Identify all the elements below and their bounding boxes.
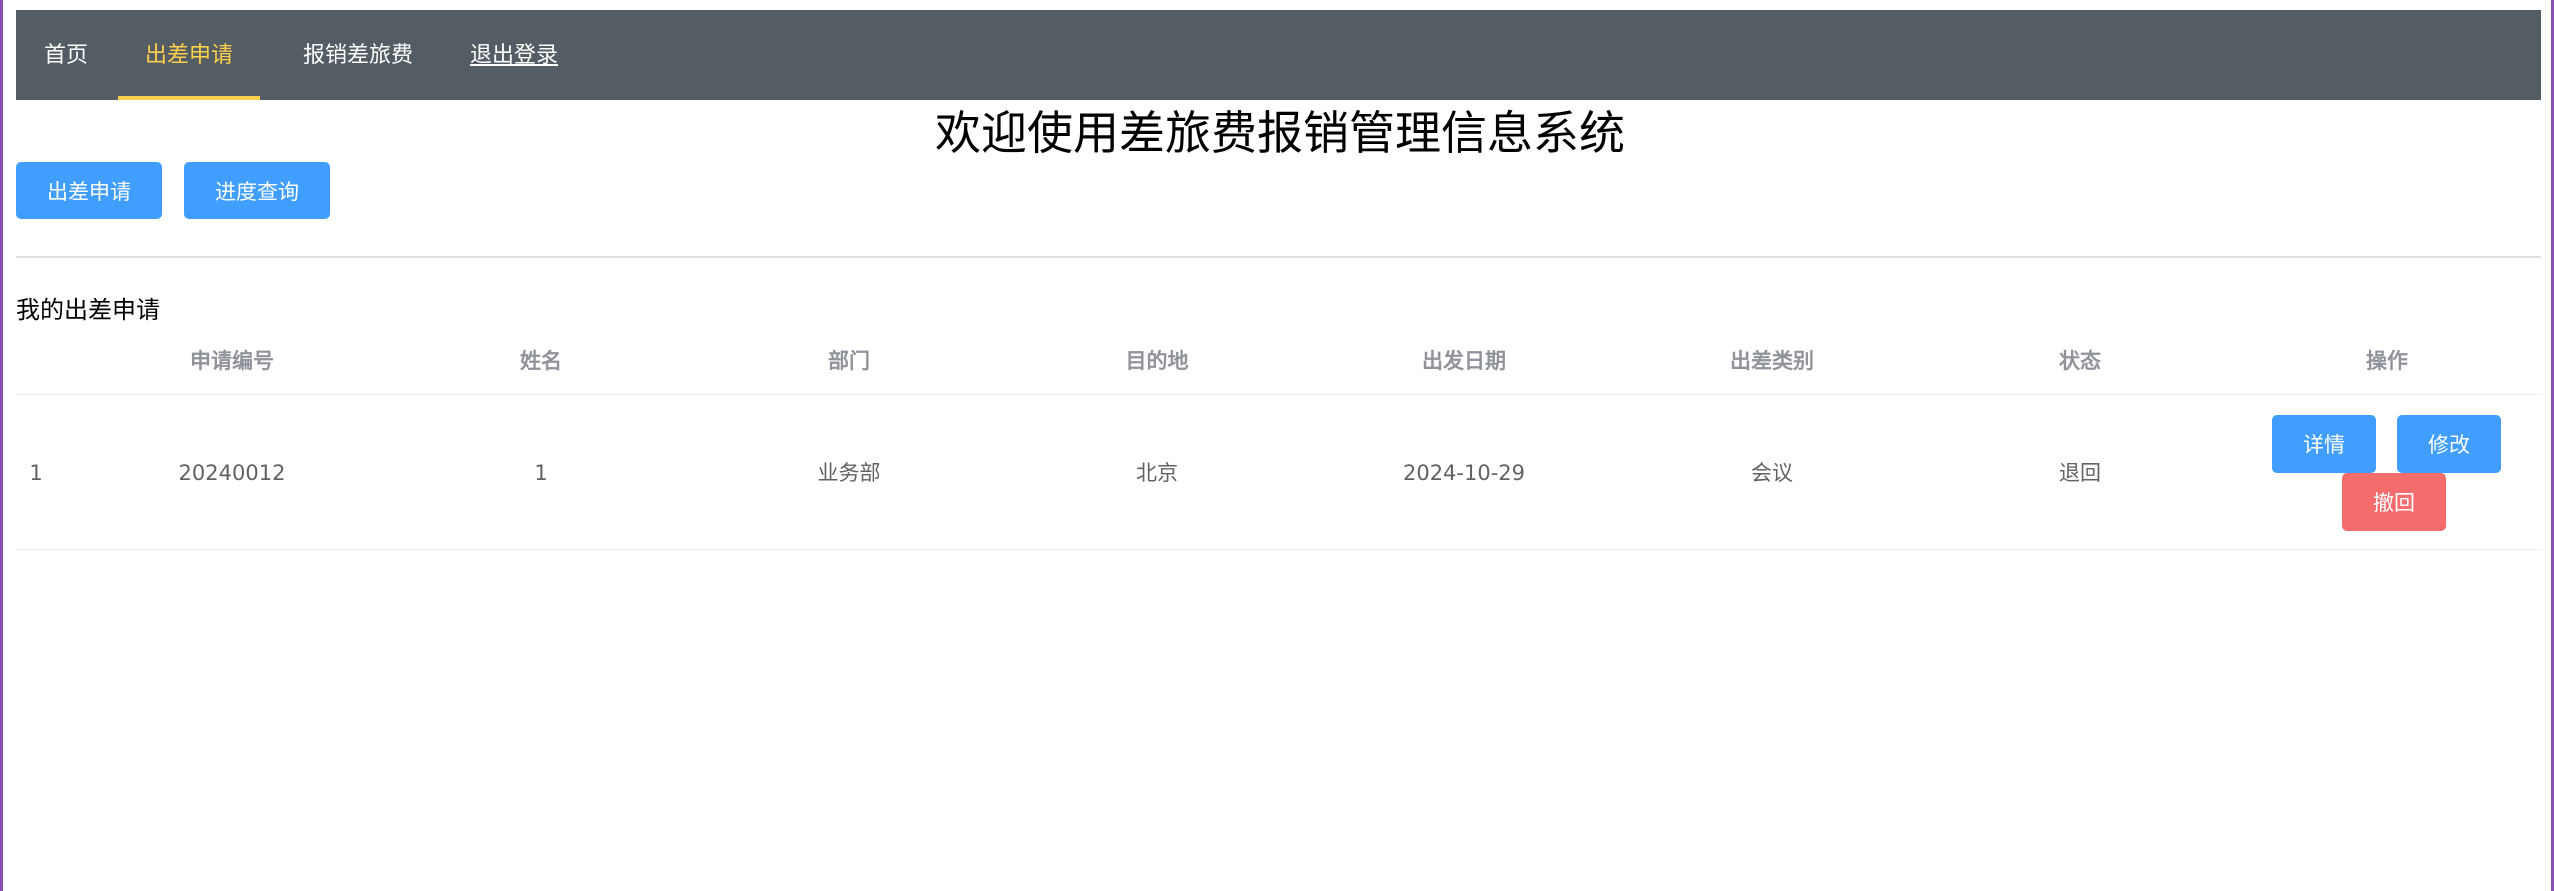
cell-name: 1 (534, 461, 548, 485)
nav-item-home[interactable]: 首页 (16, 10, 116, 100)
cell-destination: 北京 (1136, 461, 1178, 485)
divider (16, 256, 2541, 258)
column-header-actions: 操作 (2366, 349, 2408, 373)
cell-application-no: 20240012 (178, 461, 286, 485)
column-header-name: 姓名 (520, 349, 562, 373)
column-header-status: 状态 (2059, 349, 2101, 373)
column-header-department: 部门 (828, 349, 870, 373)
column-header-destination: 目的地 (1125, 349, 1189, 373)
nav-item-label: 报销差旅费 (302, 43, 413, 68)
progress-query-button[interactable]: 进度查询 (184, 162, 330, 219)
nav-item-label: 首页 (43, 43, 88, 68)
detail-button[interactable]: 详情 (2272, 415, 2376, 473)
nav-item-label: 出差申请 (144, 43, 233, 68)
nav-item-logout[interactable]: 退出登录 (454, 10, 574, 100)
column-header-departure-date: 出发日期 (1422, 349, 1506, 373)
cell-status: 退回 (2059, 461, 2101, 485)
column-header-category: 出差类别 (1730, 349, 1814, 373)
table-row-divider (16, 549, 2541, 550)
nav-item-travel-application[interactable]: 出差申请 (118, 10, 260, 100)
cell-department: 业务部 (817, 461, 881, 485)
cell-departure-date: 2024-10-29 (1402, 461, 1526, 485)
nav-item-label: 退出登录 (469, 43, 558, 68)
column-header-application-no: 申请编号 (190, 349, 274, 373)
section-title: 我的出差申请 (16, 296, 160, 324)
cell-category: 会议 (1751, 461, 1793, 485)
table-row-divider (16, 394, 2541, 395)
nav-item-reimbursement[interactable]: 报销差旅费 (278, 10, 438, 100)
cell-index: 1 (29, 461, 43, 485)
page-title: 欢迎使用差旅费报销管理信息系统 (935, 106, 1625, 160)
travel-application-button[interactable]: 出差申请 (16, 162, 162, 219)
top-navbar: 首页 出差申请 报销差旅费 退出登录 (16, 10, 2541, 100)
edit-button[interactable]: 修改 (2397, 415, 2501, 473)
withdraw-button[interactable]: 撤回 (2342, 473, 2446, 531)
app-window: 首页 出差申请 报销差旅费 退出登录 欢迎使用差旅费报销管理信息系统 出差申请 … (0, 0, 2554, 891)
